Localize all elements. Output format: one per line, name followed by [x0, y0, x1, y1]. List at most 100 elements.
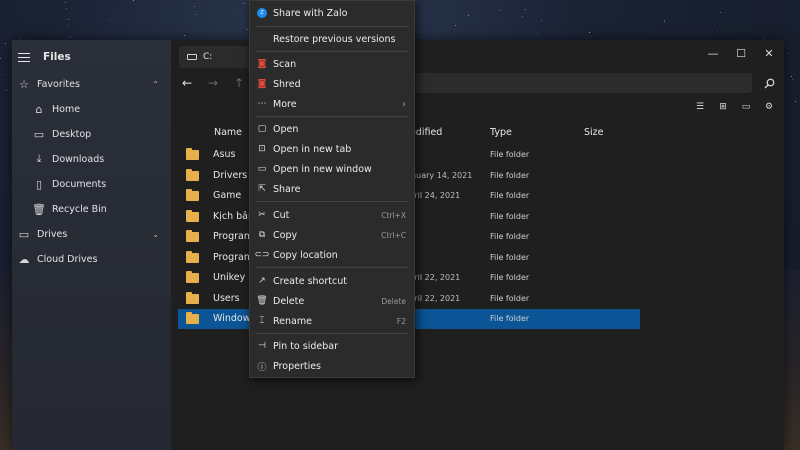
home-icon: ⌂ [35, 102, 43, 116]
sidebar-item-documents[interactable]: ▯ Documents [12, 172, 171, 196]
menu-separator [256, 51, 408, 52]
menu-item-open-new-window[interactable]: ▭ Open in new window [250, 159, 414, 179]
folder-icon [186, 189, 199, 201]
shortcut-text: Delete [381, 296, 406, 306]
star [65, 2, 66, 3]
column-header-size[interactable]: Size [584, 127, 604, 138]
menu-item-share[interactable]: ⇱ Share [250, 179, 414, 199]
star [764, 38, 765, 39]
star [133, 0, 134, 1]
menu-item-open[interactable]: ▢ Open [250, 119, 414, 139]
star [720, 12, 721, 13]
star [525, 9, 526, 10]
copy-icon: ⧉ [258, 230, 266, 240]
menu-item-label: Copy [273, 229, 298, 241]
file-type: File folder [490, 293, 530, 303]
minimize-button[interactable]: — [701, 44, 725, 62]
sidebar-item-label: Recycle Bin [52, 203, 107, 215]
menu-item-properties[interactable]: ⓘ Properties [250, 356, 414, 376]
menu-item-label: Open in new window [273, 163, 372, 175]
menu-item-restore-versions[interactable]: Restore previous versions [250, 29, 414, 49]
menu-separator [256, 201, 408, 202]
close-button[interactable]: ✕ [757, 44, 781, 62]
menu-item-share-zalo[interactable]: Z Share with Zalo [250, 3, 414, 23]
sidebar-item-favorites[interactable]: ☆ Favorites ⌃ [12, 72, 171, 96]
menu-item-copy-location[interactable]: ⊂⊃ Copy location [250, 245, 414, 265]
file-name: Game [213, 190, 242, 201]
star [243, 3, 244, 4]
shortcut-icon: ↗ [258, 276, 266, 286]
star [109, 19, 110, 20]
sidebar-item-drives[interactable]: ▭ Drives ⌄ [12, 222, 171, 246]
column-header-name[interactable]: Name [214, 127, 242, 138]
sidebar-item-home[interactable]: ⌂ Home [12, 97, 171, 121]
file-name: Drivers [213, 169, 248, 181]
menu-item-label: Create shortcut [273, 275, 347, 287]
folder-icon [186, 168, 199, 181]
menu-item-copy[interactable]: ⧉ Copy Ctrl+C [250, 225, 414, 245]
back-arrow-icon[interactable]: ← [177, 74, 197, 92]
folder-icon [186, 312, 199, 324]
menu-separator [256, 267, 408, 268]
file-type: File folder [490, 211, 530, 221]
menu-item-shred[interactable]: ◙ Shred [250, 74, 414, 94]
file-type: File folder [490, 273, 530, 282]
grid-view-icon[interactable]: ⊞ [716, 100, 730, 114]
sidebar-item-desktop[interactable]: ▭ Desktop [12, 122, 171, 146]
sidebar-item-label: Documents [52, 178, 107, 190]
sidebar-item-recycle-bin[interactable]: 🗑 Recycle Bin [12, 197, 171, 221]
folder-icon [186, 230, 199, 242]
menu-item-cut[interactable]: ✂ Cut Ctrl+X [250, 205, 414, 225]
menu-item-label: Copy location [273, 249, 338, 261]
menu-item-open-new-tab[interactable]: ⊡ Open in new tab [250, 139, 414, 159]
file-type: File folder [490, 170, 530, 180]
folder-icon [186, 148, 199, 160]
mcafee-shield-icon: ◙ [257, 59, 267, 69]
star [537, 33, 538, 34]
file-name: Users [213, 292, 240, 304]
menu-item-pin-to-sidebar[interactable]: ⊣ Pin to sidebar [250, 336, 414, 356]
shortcut-text: F2 [396, 316, 406, 326]
preview-pane-icon[interactable]: ▭ [739, 100, 753, 114]
new-tab-icon: ⊡ [258, 144, 266, 154]
forward-arrow-icon[interactable]: → [203, 74, 223, 92]
menu-item-rename[interactable]: ⌶ Rename F2 [250, 311, 414, 331]
tab-c-drive[interactable]: C: [179, 46, 251, 68]
hamburger-menu-icon[interactable] [18, 52, 30, 62]
menu-separator [256, 333, 408, 334]
star [6, 90, 7, 91]
menu-item-label: Share with Zalo [273, 7, 348, 19]
menu-item-more[interactable]: ⋯ More › [250, 94, 414, 114]
menu-item-create-shortcut[interactable]: ↗ Create shortcut [250, 271, 414, 291]
tab-label: C: [203, 52, 213, 62]
up-arrow-icon[interactable]: ↑ [229, 74, 249, 92]
sidebar-item-label: Favorites [37, 78, 80, 90]
menu-item-delete[interactable]: 🗑 Delete Delete [250, 291, 414, 311]
app-title: Files [43, 51, 71, 63]
menu-item-label: More [273, 98, 297, 110]
chevron-down-icon[interactable]: ⌄ [152, 230, 159, 239]
star [788, 53, 789, 54]
sidebar-item-label: Desktop [52, 128, 92, 140]
sidebar-item-label: Cloud Drives [37, 253, 98, 265]
maximize-button[interactable]: ☐ [729, 44, 753, 62]
sidebar-item-downloads[interactable]: ⤓ Downloads [12, 147, 171, 171]
shortcut-text: Ctrl+X [381, 210, 406, 220]
menu-separator [256, 116, 408, 117]
menu-item-label: Restore previous versions [273, 33, 396, 45]
menu-item-label: Shred [273, 78, 301, 90]
search-icon[interactable] [759, 73, 779, 93]
star [247, 29, 248, 30]
chevron-up-icon[interactable]: ⌃ [152, 80, 159, 89]
star [68, 25, 69, 26]
sidebar-item-cloud-drives[interactable]: ☁ Cloud Drives [12, 247, 171, 271]
column-header-type[interactable]: Type [490, 127, 512, 138]
settings-icon[interactable]: ⚙ [762, 100, 776, 114]
drive-icon [187, 54, 197, 60]
menu-item-scan[interactable]: ◙ Scan [250, 54, 414, 74]
star [184, 35, 185, 36]
file-name: Program [213, 251, 254, 263]
sidebar-item-label: Drives [37, 228, 68, 240]
address-bar[interactable] [406, 73, 752, 93]
list-view-icon[interactable]: ☰ [693, 100, 707, 114]
